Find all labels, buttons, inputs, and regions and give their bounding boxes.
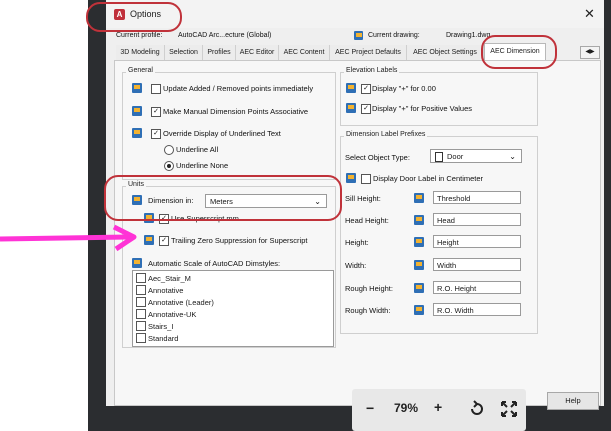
make-associative-label: Make Manual Dimension Points Associative (163, 107, 309, 116)
elevation-icon (346, 103, 356, 113)
list-item-checkbox[interactable] (136, 297, 146, 308)
underline-none-radio[interactable] (164, 161, 174, 171)
list-item-label: Annotative (148, 286, 184, 295)
override-underlined-label: Override Display of Underlined Text (163, 129, 281, 138)
fit-screen-icon[interactable] (500, 400, 518, 418)
annotation-arrow (0, 224, 137, 252)
general-setting-icon (132, 128, 142, 138)
prefix-icon (346, 173, 356, 183)
list-item[interactable]: Annotative (136, 285, 184, 296)
prefix-row-label: Head Height: (345, 216, 389, 225)
prefix-row-label: Rough Height: (345, 284, 393, 293)
dimstyle-icon (132, 258, 142, 268)
trailing-zero-checkbox[interactable]: ✓ (159, 236, 169, 246)
plus-positive-label: Display "+" for Positive Values (372, 104, 473, 113)
plus-positive-checkbox[interactable]: ✓ (361, 104, 371, 114)
prefix-icon (414, 215, 424, 225)
prefix-row-label: Height: (345, 238, 369, 247)
list-item-checkbox[interactable] (136, 285, 146, 296)
display-cm-label: Display Door Label in Centimeter (373, 174, 484, 183)
display-cm-checkbox[interactable] (361, 174, 371, 184)
list-item-label: Stairs_I (148, 322, 174, 331)
list-item[interactable]: Annotative-UK (136, 309, 197, 320)
current-profile-label: Current profile: (116, 32, 163, 39)
prefix-icon (414, 193, 424, 203)
general-setting-icon (132, 106, 142, 116)
current-drawing-value: Drawing1.dwg (446, 32, 491, 39)
update-points-checkbox[interactable] (151, 84, 161, 94)
zoom-out-button[interactable]: − (366, 400, 374, 416)
prefix-row-label: Width: (345, 261, 367, 270)
zoom-toolbar: − 79% + (352, 389, 526, 431)
list-item[interactable]: Stairs_I (136, 321, 174, 332)
tab-profiles[interactable]: Profiles (203, 45, 236, 60)
zoom-in-button[interactable]: + (434, 399, 442, 415)
rough-width-field[interactable]: R.O. Width (433, 303, 521, 316)
underline-none-label: Underline None (176, 161, 229, 170)
list-item-checkbox[interactable] (136, 321, 146, 332)
prefix-icon (414, 305, 424, 315)
object-type-select[interactable]: Door ⌄ (430, 149, 522, 163)
list-item[interactable]: Annotative (Leader) (136, 297, 214, 308)
head-height-field[interactable]: Head (433, 213, 521, 226)
chevron-right-icon[interactable]: ▶ (590, 49, 595, 55)
tab-3d-modeling[interactable]: 3D Modeling (116, 45, 165, 60)
elevation-icon (346, 83, 356, 93)
list-item-checkbox[interactable] (136, 333, 146, 344)
prefix-icon (414, 283, 424, 293)
chevron-down-icon: ⌄ (509, 152, 516, 161)
prefix-icon (414, 260, 424, 270)
tab-aec-editor[interactable]: AEC Editor (236, 45, 279, 60)
underline-all-label: Underline All (176, 145, 219, 154)
update-points-label: Update Added / Removed points immediatel… (163, 84, 314, 93)
auto-scale-label: Automatic Scale of AutoCAD Dimstyles: (148, 259, 281, 268)
tab-aec-project-defaults[interactable]: AEC Project Defaults (330, 45, 407, 60)
tab-aec-content[interactable]: AEC Content (279, 45, 330, 60)
list-item-label: Annotative (Leader) (148, 298, 214, 307)
annotation-circle-options (86, 2, 182, 32)
width-field[interactable]: Width (433, 258, 521, 271)
dimstyles-list[interactable]: Aec_Stair_M Annotative Annotative (Leade… (132, 270, 334, 347)
tab-aec-object-settings[interactable]: AEC Object Settings (407, 45, 484, 60)
list-item-checkbox[interactable] (136, 309, 146, 320)
make-associative-checkbox[interactable]: ✓ (151, 107, 161, 117)
trailing-zero-label: Trailing Zero Suppression for Superscrip… (171, 236, 308, 245)
list-item-label: Aec_Stair_M (148, 274, 191, 283)
current-drawing-label: Current drawing: (368, 32, 420, 39)
height-field[interactable]: Height (433, 235, 521, 248)
elevation-labels-title: Elevation Labels (344, 67, 400, 74)
annotation-circle-aec-dimension-tab (481, 35, 557, 69)
rough-height-field[interactable]: R.O. Height (433, 281, 521, 294)
label-prefixes-title: Dimension Label Prefixes (344, 131, 428, 138)
tab-scroll-arrows[interactable]: ◀▶ (580, 46, 600, 59)
general-group-title: General (126, 67, 155, 74)
list-item-label: Standard (148, 334, 179, 343)
sill-height-field[interactable]: Threshold (433, 191, 521, 204)
override-underlined-checkbox[interactable]: ✓ (151, 129, 161, 139)
rotate-icon[interactable] (468, 400, 486, 418)
plus-zero-checkbox[interactable]: ✓ (361, 84, 371, 94)
help-button[interactable]: Help (547, 392, 599, 410)
tab-selection[interactable]: Selection (165, 45, 203, 60)
elevation-labels-group (340, 72, 538, 126)
door-icon (435, 152, 443, 162)
zoom-level: 79% (394, 401, 419, 415)
underline-all-radio[interactable] (164, 145, 174, 155)
current-profile-value: AutoCAD Arc...ecture (Global) (178, 32, 272, 39)
list-item-label: Annotative-UK (148, 310, 197, 319)
list-item-checkbox[interactable] (136, 273, 146, 284)
select-object-label: Select Object Type: (345, 153, 410, 162)
drawing-icon (354, 31, 363, 40)
prefix-row-label: Rough Width: (345, 306, 391, 315)
close-icon[interactable]: ✕ (584, 6, 595, 22)
general-setting-icon (132, 83, 142, 93)
list-item[interactable]: Standard (136, 333, 179, 344)
annotation-circle-units (104, 175, 342, 221)
prefix-icon (414, 237, 424, 247)
prefix-row-label: Sill Height: (345, 194, 381, 203)
list-item[interactable]: Aec_Stair_M (136, 273, 191, 284)
plus-zero-label: Display "+" for 0.00 (372, 84, 436, 93)
